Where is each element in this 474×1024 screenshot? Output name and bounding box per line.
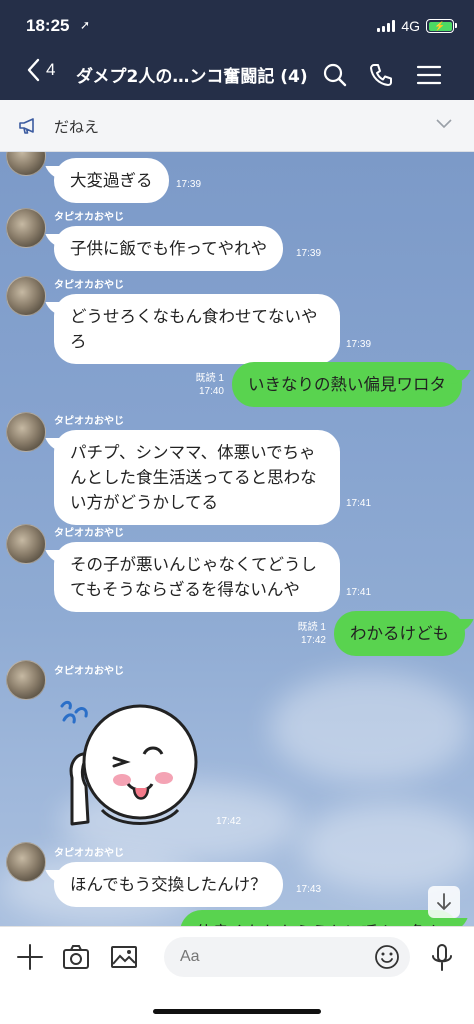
message-input-container[interactable] [164, 937, 410, 977]
announcement-bar[interactable]: だねえ [0, 100, 474, 152]
message-bubble[interactable]: ほんでもう交換したんけ？ [54, 862, 283, 907]
avatar[interactable] [6, 276, 46, 316]
megaphone-icon [19, 118, 34, 134]
chevron-down-icon[interactable] [436, 119, 452, 129]
message-time: 17:43 [296, 884, 322, 895]
message-time: 17:39 [296, 248, 322, 259]
my-message-bubble[interactable]: いきなりの熱い偏見ワロタ [232, 362, 462, 407]
menu-icon[interactable] [416, 62, 442, 88]
back-button[interactable]: 4 [26, 58, 55, 82]
message-input[interactable] [164, 937, 344, 977]
signal-icon [377, 20, 396, 32]
sender-name: タピオカおやじ [54, 212, 124, 223]
message-time: 17:39 [346, 339, 372, 350]
search-icon[interactable] [322, 62, 348, 88]
avatar[interactable] [6, 152, 46, 176]
plus-icon[interactable] [16, 943, 44, 971]
read-receipt: 既読 1 [195, 373, 224, 384]
status-time: 18:25 [26, 16, 70, 35]
camera-icon[interactable] [62, 943, 90, 971]
message-time: 17:42 [216, 816, 242, 827]
my-message-bubble[interactable]: わかるけども [334, 611, 465, 656]
arrow-down-icon [437, 893, 451, 911]
header-bar: 18:25 ➚ 4G ⚡ 4 ダメプ2人の…ンコ奮闘記 (4) [0, 0, 474, 100]
chevron-left-icon [27, 58, 40, 82]
message-bubble[interactable]: パチプ、シンママ、体悪いでちゃ んとした食生活送ってると思わな い方がどうかして… [54, 430, 340, 525]
status-indicators: 4G ⚡ [377, 18, 457, 34]
chat-message-area[interactable]: 大変過ぎる 17:39 タピオカおやじ 子供に飯でも作ってやれや 17:39 タ… [0, 152, 474, 926]
avatar[interactable] [6, 524, 46, 564]
message-bubble[interactable]: その子が悪いんじゃなくてどうし てもそうならざるを得ないんや [54, 542, 340, 612]
sender-name: タピオカおやじ [54, 416, 124, 427]
emoji-icon[interactable] [374, 944, 400, 970]
sender-name: タピオカおやじ [54, 280, 124, 291]
avatar[interactable] [6, 412, 46, 452]
message-time: 17:42 [300, 635, 326, 646]
message-time: 17:41 [346, 587, 372, 598]
my-message-bubble[interactable]: 仲良くなれたらうちに呼んで色々 [180, 910, 459, 926]
location-icon: ➚ [80, 18, 91, 32]
sender-name: タピオカおやじ [54, 666, 124, 677]
chat-room-title[interactable]: ダメプ2人の…ンコ奮闘記 (4) [76, 62, 308, 87]
unread-count: 4 [46, 60, 56, 79]
message-bubble[interactable]: 子供に飯でも作ってやれや [54, 226, 284, 271]
microphone-icon[interactable] [430, 943, 454, 973]
home-indicator [153, 1009, 321, 1014]
sender-name: タピオカおやじ [54, 528, 124, 539]
network-type: 4G [401, 18, 420, 34]
phone-icon[interactable] [368, 62, 394, 88]
message-input-bar [0, 926, 474, 1024]
message-bubble[interactable]: 大変過ぎる [54, 158, 169, 203]
avatar[interactable] [6, 208, 46, 248]
read-receipt: 既読 1 [297, 622, 326, 633]
announcement-text: だねえ [54, 118, 100, 136]
sender-name: タピオカおやじ [54, 848, 124, 859]
wink-face-sticker[interactable] [58, 692, 198, 832]
avatar[interactable] [6, 842, 46, 882]
scroll-to-bottom-button[interactable] [428, 886, 460, 918]
image-icon[interactable] [110, 943, 138, 971]
battery-icon: ⚡ [426, 19, 457, 33]
avatar[interactable] [6, 660, 46, 700]
message-time: 17:41 [346, 498, 372, 509]
message-bubble[interactable]: どうせろくなもん食わせてないや ろ [54, 294, 340, 364]
message-time: 17:40 [198, 386, 224, 397]
message-time: 17:39 [176, 179, 202, 190]
